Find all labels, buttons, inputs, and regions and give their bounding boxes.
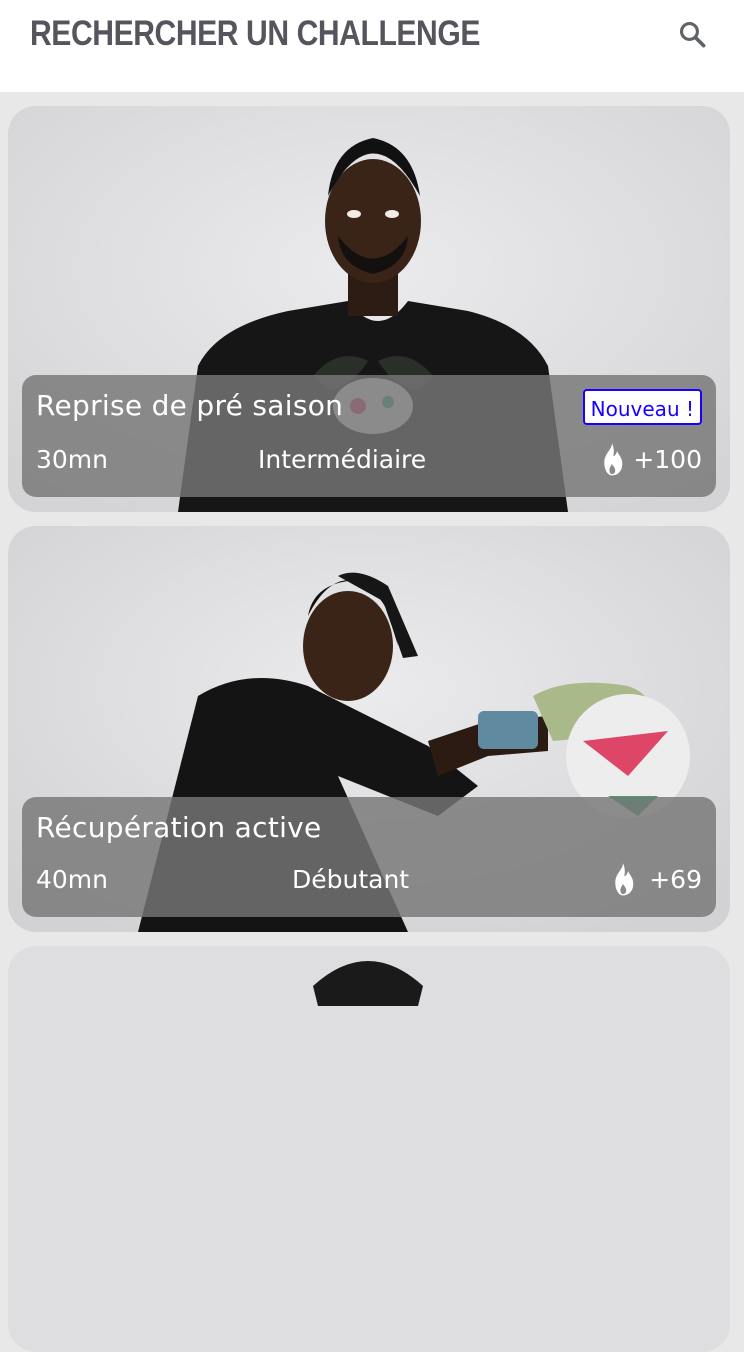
flame-icon (607, 862, 639, 898)
challenge-duration: 40mn (36, 865, 109, 894)
app-header: RECHERCHER UN CHALLENGE (0, 0, 744, 92)
flame-icon (596, 442, 628, 478)
challenge-photo (8, 946, 730, 1352)
page-title: RECHERCHER UN CHALLENGE (30, 14, 480, 53)
challenge-card[interactable] (8, 946, 730, 1352)
challenge-title: Récupération active (36, 811, 322, 844)
challenge-level: Intermédiaire (258, 445, 427, 474)
challenge-duration: 30mn (36, 445, 109, 474)
challenge-level: Débutant (292, 865, 410, 894)
challenge-info-panel: Reprise de pré saison Nouveau ! 30mn Int… (22, 375, 716, 497)
search-button[interactable] (676, 18, 710, 52)
search-icon (679, 21, 706, 48)
challenge-card[interactable]: Récupération active 40mn Débutant +69 (8, 526, 730, 932)
challenge-points: +69 (649, 865, 702, 894)
challenge-title: Reprise de pré saison (36, 389, 344, 422)
challenge-card[interactable]: Reprise de pré saison Nouveau ! 30mn Int… (8, 106, 730, 512)
challenge-points: +100 (633, 445, 702, 474)
challenge-info-panel: Récupération active 40mn Débutant +69 (22, 797, 716, 917)
new-badge: Nouveau ! (582, 389, 702, 425)
